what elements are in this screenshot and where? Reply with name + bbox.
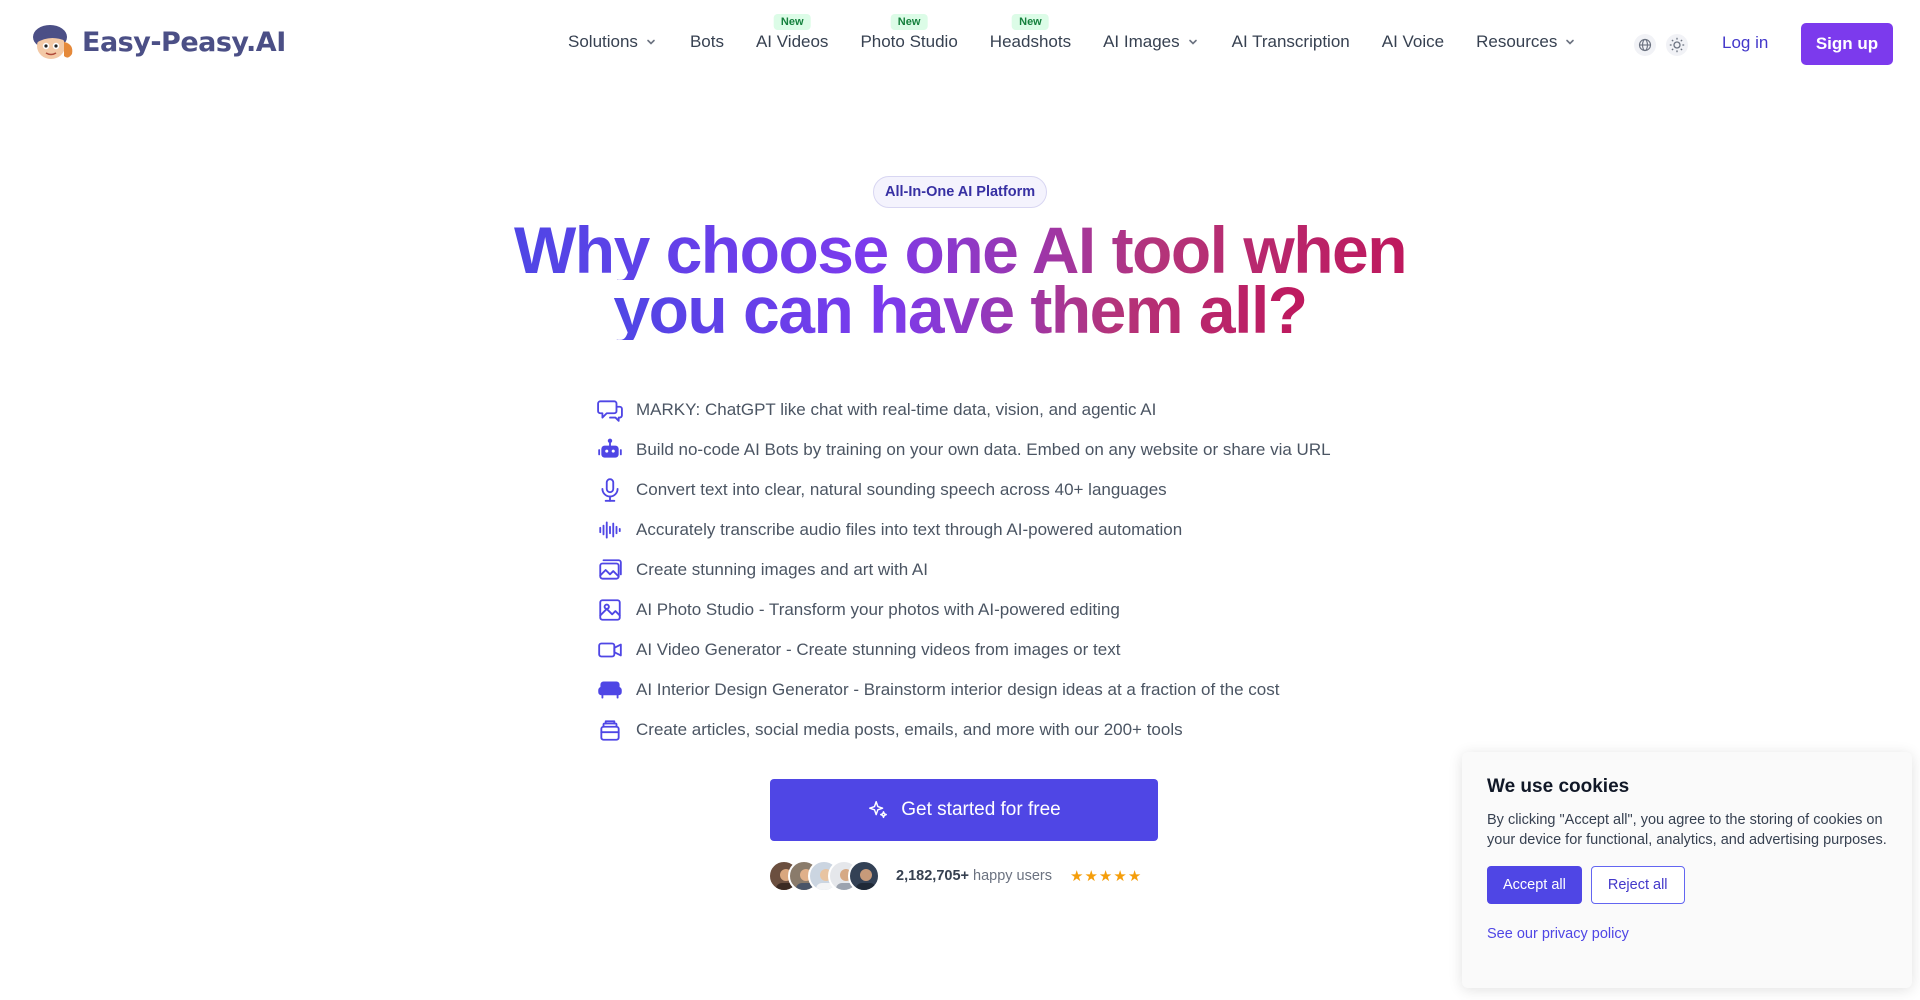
star-icon: ★: [1098, 868, 1114, 885]
chevron-down-icon: [1188, 39, 1197, 45]
nav-item-label: AI Transcription: [1231, 32, 1350, 51]
nav-item-photo-studio[interactable]: Photo Studio New: [860, 14, 958, 52]
feature-list: MARKY: ChatGPT like chat with real-time …: [596, 390, 1331, 750]
nav-item-label: Headshots: [989, 32, 1072, 51]
happy-users-count: 2,182,705+ happy users: [896, 868, 1052, 884]
site-header: Easy-Peasy.AI Solutions Bots AI Videos New P…: [0, 0, 1920, 88]
feature-text: MARKY: ChatGPT like chat with real-time …: [636, 400, 1157, 419]
user-count: 2,182,705+: [896, 868, 969, 884]
feature-item: Accurately transcribe audio files into t…: [596, 510, 1331, 550]
theme-toggle-button[interactable]: [1666, 34, 1688, 56]
feature-text: AI Video Generator - Create stunning vid…: [636, 640, 1121, 659]
nav-item-solutions[interactable]: Solutions: [568, 32, 656, 52]
social-proof: 2,182,705+ happy users ★★★★★: [768, 860, 1142, 892]
nav-item-ai-transcription[interactable]: AI Transcription: [1232, 32, 1350, 52]
new-badge: New: [1012, 14, 1049, 30]
nav-item-headshots[interactable]: Headshots New: [989, 14, 1072, 52]
video-icon: [596, 636, 624, 664]
feature-text: AI Interior Design Generator - Brainstor…: [636, 680, 1280, 699]
nav-item-ai-voice[interactable]: AI Voice: [1382, 32, 1444, 52]
user-count-suffix: happy users: [973, 868, 1053, 884]
feature-item: Build no-code AI Bots by training on you…: [596, 430, 1331, 470]
sparkles-icon: [869, 801, 888, 819]
feature-text: AI Photo Studio - Transform your photos …: [636, 600, 1120, 619]
new-badge: New: [773, 14, 811, 30]
feature-item: AI Photo Studio - Transform your photos …: [596, 590, 1331, 630]
cookie-banner: We use cookies By clicking "Accept all",…: [1462, 752, 1912, 988]
hero-headline: Why choose one AI tool when you can have…: [0, 213, 1920, 347]
feature-item: AI Interior Design Generator - Brainstor…: [596, 670, 1331, 710]
main-nav: Solutions Bots AI Videos New Photo Studio New…: [568, 14, 1575, 52]
star-icon: ★: [1070, 868, 1085, 885]
nav-item-label: Bots: [689, 32, 724, 51]
feature-item: Create articles, social media posts, ema…: [596, 710, 1331, 750]
reject-all-button[interactable]: Reject all: [1590, 866, 1685, 904]
nav-item-label: AI Images: [1103, 32, 1180, 51]
logo[interactable]: Easy-Peasy.AI: [30, 22, 286, 62]
feature-item: Create stunning images and art with AI: [596, 550, 1331, 590]
sun-icon: [1669, 37, 1685, 53]
chevron-down-icon: [1566, 39, 1575, 45]
feature-text: Create articles, social media posts, ema…: [636, 720, 1183, 739]
nav-item-ai-videos[interactable]: AI Videos New: [755, 14, 829, 52]
language-button[interactable]: [1634, 34, 1656, 56]
nav-item-label: Resources: [1476, 32, 1558, 51]
photo-icon: [596, 596, 624, 624]
signup-button[interactable]: Sign up: [1801, 23, 1893, 65]
robot-icon: [596, 436, 624, 464]
headline-line-2: you can have them all?: [613, 273, 1308, 347]
feature-text: Build no-code AI Bots by training on you…: [636, 440, 1331, 459]
sofa-icon: [596, 676, 624, 704]
globe-icon: [1638, 38, 1652, 52]
feature-text: Convert text into clear, natural soundin…: [636, 480, 1167, 499]
chat-icon: [596, 396, 624, 424]
rating-stars: ★★★★★: [1070, 867, 1142, 885]
user-avatars: [768, 860, 880, 892]
feature-item: MARKY: ChatGPT like chat with real-time …: [596, 390, 1331, 430]
new-badge: New: [890, 14, 928, 30]
cookie-actions: Accept all Reject all: [1487, 866, 1887, 904]
feature-text: Accurately transcribe audio files into t…: [636, 520, 1183, 539]
star-icon: ★: [1113, 868, 1128, 885]
nav-item-label: AI Voice: [1381, 32, 1445, 51]
images-icon: [596, 556, 624, 584]
stack-icon: [596, 716, 624, 744]
feature-item: Convert text into clear, natural soundin…: [596, 470, 1331, 510]
logo-text: Easy-Peasy.AI: [82, 26, 286, 58]
cookie-body: By clicking "Accept all", you agree to t…: [1487, 812, 1887, 848]
get-started-label: Get started for free: [901, 799, 1061, 820]
nav-item-label: Solutions: [568, 32, 638, 51]
nav-item-resources[interactable]: Resources: [1476, 32, 1575, 52]
cookie-title: We use cookies: [1487, 776, 1630, 797]
avatar: [848, 860, 880, 892]
privacy-policy-link[interactable]: See our privacy policy: [1487, 926, 1887, 942]
star-icon: ★: [1127, 868, 1143, 885]
nav-item-label: AI Videos: [755, 32, 829, 51]
login-link[interactable]: Log in: [1722, 33, 1768, 53]
nav-item-label: Photo Studio: [860, 32, 958, 51]
platform-pill: All-In-One AI Platform: [873, 176, 1048, 208]
waveform-icon: [596, 516, 624, 544]
nav-item-ai-images[interactable]: AI Images: [1103, 32, 1198, 52]
feature-item: AI Video Generator - Create stunning vid…: [596, 630, 1331, 670]
headline-line-1: Why choose one AI tool when: [513, 213, 1408, 287]
logo-mascot-icon: [30, 22, 76, 62]
accept-all-button[interactable]: Accept all: [1487, 866, 1582, 904]
nav-item-bots[interactable]: Bots: [690, 32, 724, 52]
chevron-down-icon: [647, 39, 655, 45]
get-started-button[interactable]: Get started for free: [770, 779, 1158, 841]
feature-text: Create stunning images and art with AI: [636, 560, 928, 579]
microphone-icon: [596, 476, 624, 504]
star-icon: ★: [1084, 868, 1099, 885]
